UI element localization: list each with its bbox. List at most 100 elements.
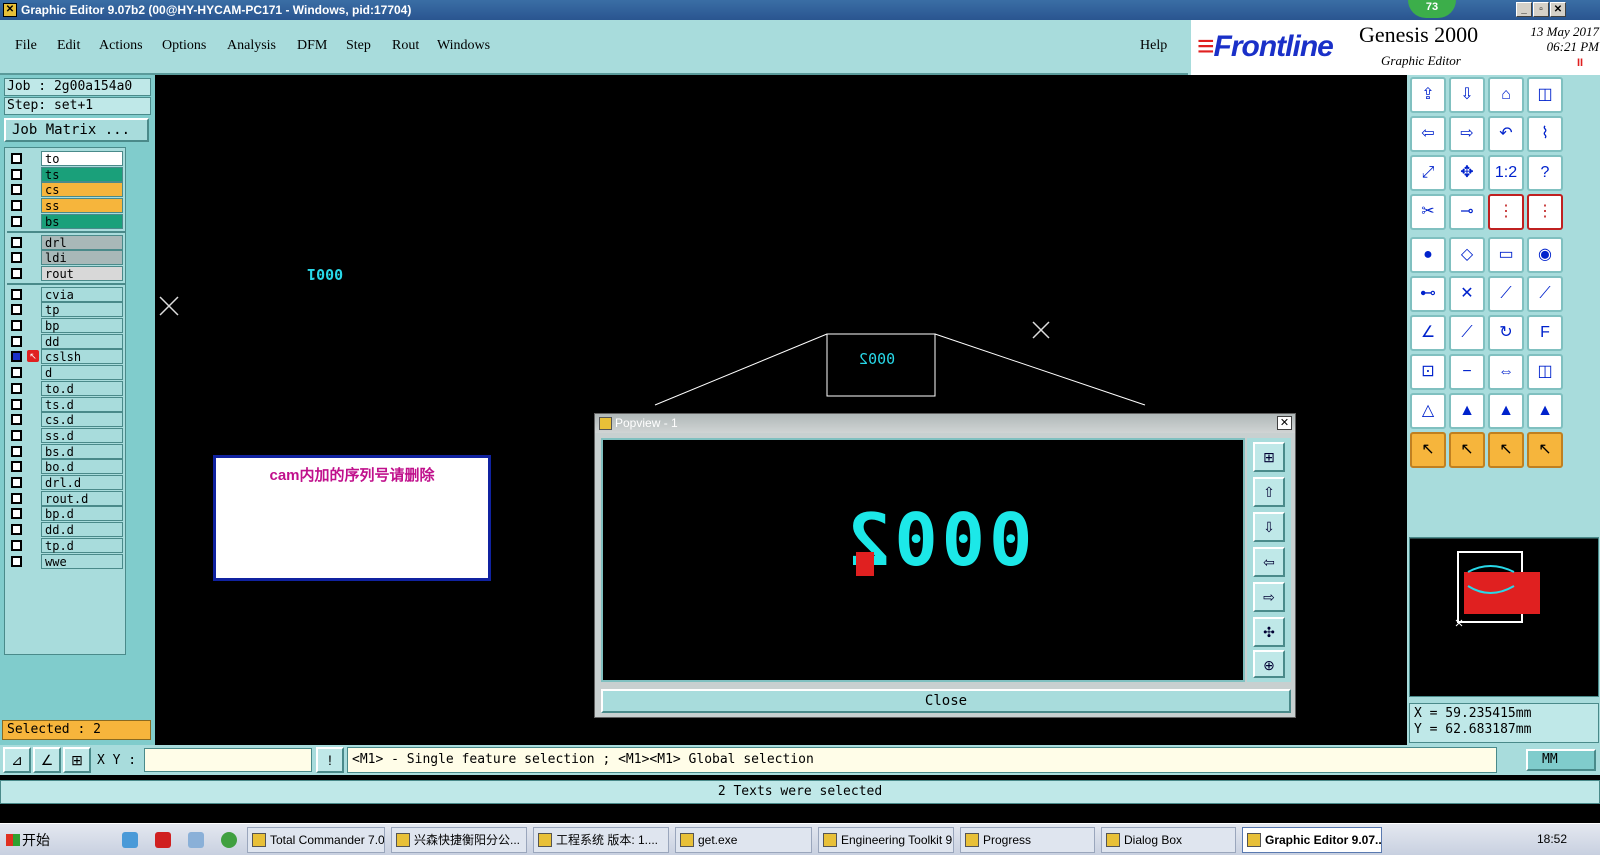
units-select[interactable]: MM [1526,749,1596,771]
menu-dfm[interactable]: DFM [297,38,327,54]
quicklaunch-folder-icon[interactable] [122,832,138,848]
tool-scale-icon[interactable]: 1:2 [1488,155,1524,191]
layer-checkbox[interactable] [11,367,22,379]
pv-pan-up-icon[interactable]: ⇧ [1253,477,1285,507]
layer-name[interactable]: ss [41,198,123,214]
layer-checkbox[interactable] [11,508,22,520]
popview-close-icon[interactable]: ✕ [1277,416,1292,430]
tool-net-icon[interactable]: ⋮ [1488,194,1524,230]
tool-up3-icon[interactable]: ▲ [1488,393,1524,429]
close-button[interactable]: ✕ [1550,2,1566,17]
layer-checkbox[interactable] [11,477,22,488]
layer-row[interactable]: ss [7,198,125,214]
taskbar-item[interactable]: Dialog Box [1101,827,1236,853]
notification-badge[interactable]: 73 [1408,0,1456,18]
layer-checkbox[interactable] [11,200,22,212]
layer-checkbox[interactable] [11,351,22,363]
layer-name[interactable]: d [41,365,123,381]
tool-pan-left-icon[interactable]: ⇦ [1410,116,1446,152]
tool-up-icon[interactable]: △ [1410,393,1446,429]
layer-name[interactable]: to.d [41,380,123,396]
tool-arc-icon[interactable]: ⟋ [1527,276,1563,312]
layer-row[interactable]: cvia [7,286,125,302]
layer-row[interactable]: to.d [7,380,125,396]
tool-save-icon[interactable]: ⇩ [1449,77,1485,113]
tool-up2-icon[interactable]: ▲ [1449,393,1485,429]
exclaim-button[interactable]: ! [316,747,344,773]
layer-name[interactable]: drl [41,234,123,250]
tool-zoom-fit-icon[interactable]: ⤢ [1410,155,1446,191]
tool-up4-icon[interactable]: ▲ [1527,393,1563,429]
layer-checkbox[interactable] [11,382,22,394]
layer-checkbox[interactable] [11,320,22,331]
layer-row[interactable]: bs.d [7,443,125,459]
minimap[interactable] [1409,537,1599,697]
layer-row[interactable]: d [7,365,125,381]
popview-close-button[interactable]: Close [601,689,1291,713]
layer-row[interactable]: bs [7,213,125,229]
layer-checkbox[interactable] [11,555,22,567]
measure-icon[interactable]: ∠ [33,747,61,773]
layer-checkbox[interactable] [11,288,22,300]
layer-row[interactable]: rout [7,265,125,281]
layer-checkbox[interactable] [11,445,22,457]
layer-name[interactable]: ts.d [41,396,123,412]
menu-edit[interactable]: Edit [57,38,80,54]
layer-name[interactable]: tp.d [41,537,123,553]
layer-row[interactable]: tp [7,302,125,318]
layer-row[interactable]: rout.d [7,490,125,506]
pv-zoom-home-icon[interactable]: ⊕ [1253,650,1285,678]
layer-name[interactable]: ldi [41,250,123,266]
layer-row[interactable]: tp.d [7,537,125,553]
pv-zoom-window-icon[interactable]: ⊞ [1253,442,1285,472]
layer-checkbox[interactable] [11,492,22,504]
layer-checkbox[interactable] [11,429,22,441]
tool-ff-icon[interactable]: F [1527,315,1563,351]
maximize-button[interactable]: ▫ [1533,2,1549,17]
layer-checkbox[interactable] [11,236,22,248]
tool-select2-icon[interactable]: ↖ [1449,432,1485,468]
pv-pan-right-icon[interactable]: ⇨ [1253,582,1285,612]
layer-row[interactable]: ts.d [7,396,125,412]
minimize-button[interactable]: _ [1516,2,1532,17]
tool-select-icon[interactable]: ↖ [1410,432,1446,468]
layer-row[interactable]: cs [7,182,125,198]
layer-name[interactable]: wwe [41,553,123,569]
layer-checkbox[interactable] [11,304,22,316]
tool-diag-icon[interactable]: ⟋ [1449,315,1485,351]
layer-checkbox[interactable] [11,524,22,536]
tool-rotate-icon[interactable]: ↻ [1488,315,1524,351]
layer-name[interactable]: tp [41,302,123,318]
layer-checkbox[interactable] [11,153,22,164]
job-matrix-button[interactable]: Job Matrix ... [4,118,149,142]
layer-name[interactable]: bp [41,318,123,333]
pv-pan-down-icon[interactable]: ⇩ [1253,512,1285,542]
layer-name[interactable]: dd [41,333,123,349]
layer-checkbox[interactable] [11,335,22,347]
tool-select3-icon[interactable]: ↖ [1488,432,1524,468]
layer-name[interactable]: rout [41,265,123,281]
quicklaunch-calc-icon[interactable] [188,832,204,848]
tool-line-icon[interactable]: ⟋ [1488,276,1524,312]
tool-cross-icon[interactable]: ✕ [1449,276,1485,312]
grid-icon[interactable]: ⊞ [63,747,91,773]
layer-name[interactable]: bs.d [41,443,123,459]
quicklaunch-pdf-icon[interactable] [155,832,171,848]
tool-home-icon[interactable]: ⌂ [1488,77,1524,113]
layer-row[interactable]: ts [7,166,125,182]
layer-row[interactable]: bp [7,318,125,333]
layer-checkbox[interactable] [11,398,22,410]
tool-help-icon[interactable]: ? [1527,155,1563,191]
layer-row[interactable]: ss.d [7,427,125,443]
taskbar-item[interactable]: get.exe [675,827,812,853]
layer-name[interactable]: bp.d [41,506,123,522]
menu-options[interactable]: Options [162,38,206,54]
layer-row[interactable]: bo.d [7,459,125,475]
tool-move-icon[interactable]: ⊡ [1410,354,1446,390]
menu-actions[interactable]: Actions [99,38,143,54]
tool-minus-icon[interactable]: − [1449,354,1485,390]
layer-checkbox[interactable] [11,414,22,426]
tool-shape-icon[interactable]: ◫ [1527,354,1563,390]
taskbar-item[interactable]: Progress [960,827,1095,853]
menu-help[interactable]: Help [1140,38,1167,54]
